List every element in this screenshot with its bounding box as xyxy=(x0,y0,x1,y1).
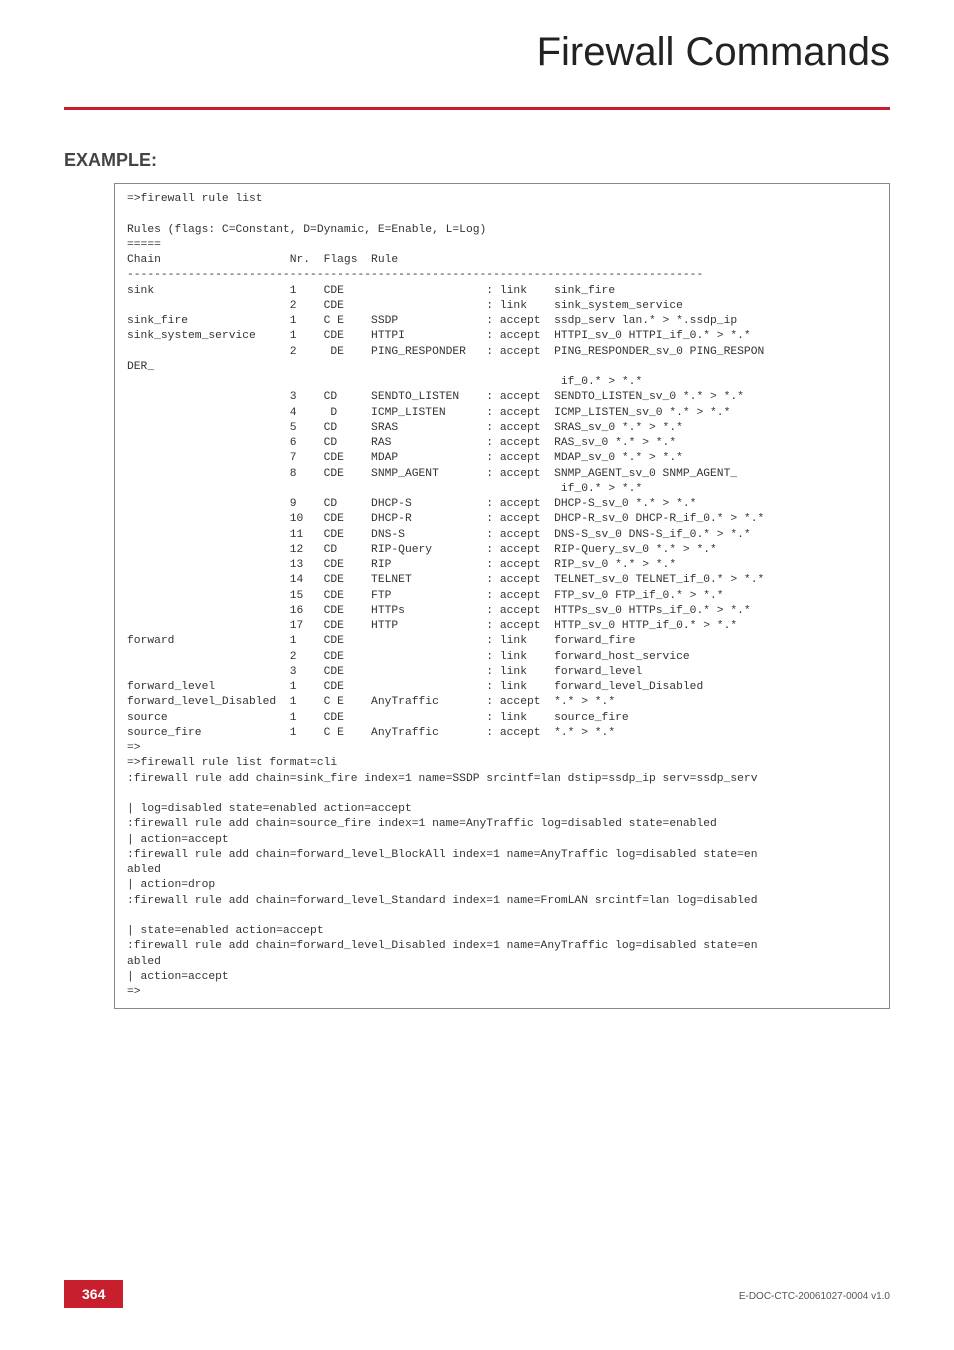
page-number-badge: 364 xyxy=(64,1280,123,1308)
example-heading: EXAMPLE: xyxy=(64,150,890,171)
page-header: Firewall Commands xyxy=(0,0,954,110)
page-title: Firewall Commands xyxy=(0,0,890,75)
page-footer: 364 E-DOC-CTC-20061027-0004 v1.0 xyxy=(0,1280,954,1308)
content-area: EXAMPLE: =>firewall rule list Rules (fla… xyxy=(0,110,954,1009)
header-divider xyxy=(64,107,890,110)
doc-id-label: E-DOC-CTC-20061027-0004 v1.0 xyxy=(739,1291,890,1302)
code-block: =>firewall rule list Rules (flags: C=Con… xyxy=(114,183,890,1009)
